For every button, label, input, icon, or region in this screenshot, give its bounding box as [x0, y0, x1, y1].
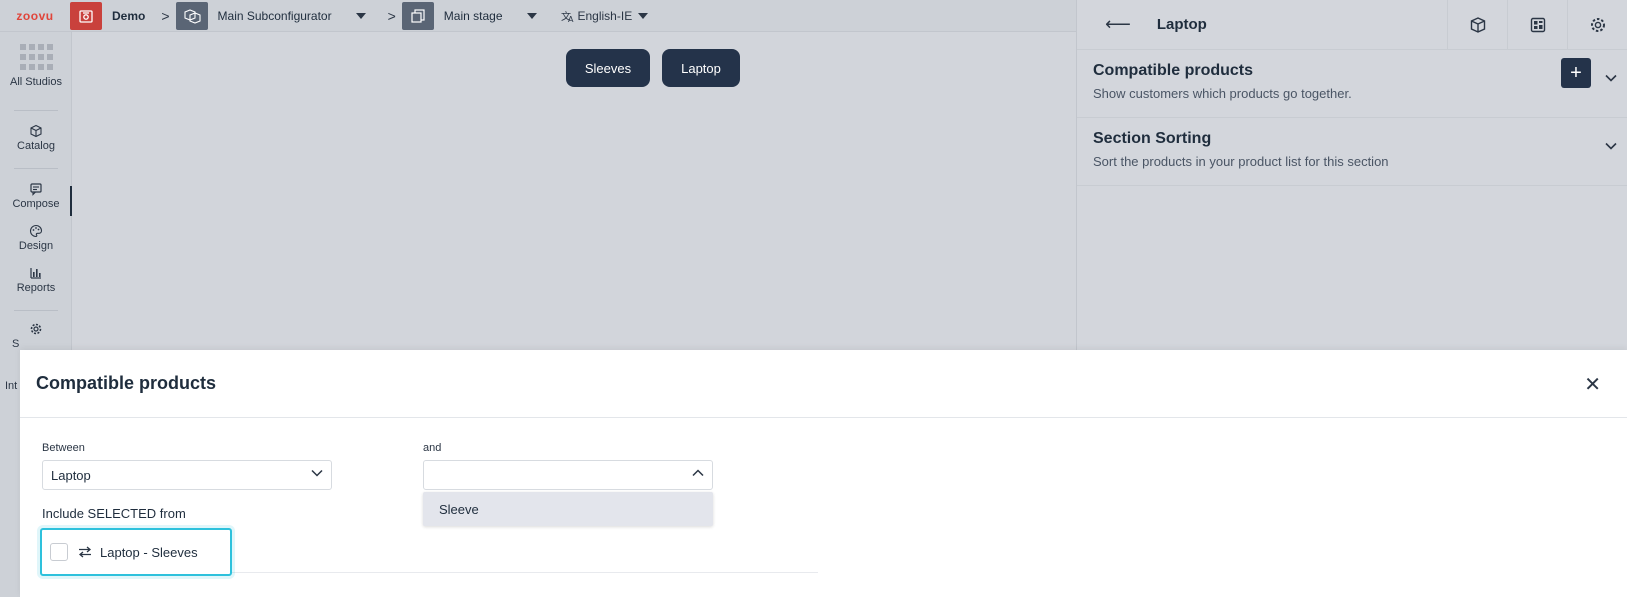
cube-icon: [30, 124, 42, 138]
swap-arrows-icon: [78, 546, 92, 558]
nav-label: Compose: [12, 198, 60, 210]
panel-tabs: [1447, 0, 1627, 50]
compatibility-rule-item[interactable]: Laptop - Sleeves: [40, 528, 232, 576]
gear-icon: [30, 323, 42, 335]
breadcrumb-subconfigurator[interactable]: Main Subconfigurator: [218, 9, 332, 23]
nav-design[interactable]: Design: [0, 224, 72, 252]
tab-layout[interactable]: [1507, 0, 1567, 50]
close-icon[interactable]: ✕: [1584, 372, 1601, 397]
right-panel: ⟵ Laptop Compatible products Show custom…: [1076, 0, 1627, 352]
compatible-products-modal: Compatible products ✕ Between Laptop and…: [20, 350, 1627, 597]
chevron-down-icon[interactable]: [1605, 74, 1617, 82]
sleeves-button[interactable]: Sleeves: [566, 49, 650, 87]
chevron-right-icon: >: [161, 7, 170, 24]
top-bar: zoovu Demo > Main Subconfigurator > Main…: [0, 0, 1076, 32]
panel-header: ⟵ Laptop: [1077, 0, 1627, 50]
chevron-down-icon[interactable]: [526, 12, 537, 19]
include-selected-label: Include SELECTED from: [42, 506, 186, 521]
between-value: Laptop: [51, 467, 91, 483]
language-label: English-IE: [577, 8, 633, 23]
modal-title: Compatible products: [36, 373, 217, 393]
layout-icon: [1530, 17, 1545, 33]
breadcrumb-demo[interactable]: Demo: [112, 9, 145, 23]
grid-icon: [20, 44, 53, 70]
nav-label: Catalog: [17, 140, 55, 152]
compatible-products-section[interactable]: Compatible products Show customers which…: [1077, 50, 1627, 118]
nav-label: S: [12, 338, 20, 350]
nav-settings[interactable]: S: [0, 322, 72, 350]
zoovu-logo[interactable]: zoovu: [0, 0, 70, 32]
laptop-button[interactable]: Laptop: [662, 49, 740, 87]
nav-compose[interactable]: Compose: [0, 182, 72, 210]
tab-product[interactable]: [1447, 0, 1507, 50]
divider: [14, 310, 58, 311]
demo-icon: [70, 1, 102, 30]
between-label: Between: [42, 442, 85, 454]
and-select[interactable]: [423, 460, 713, 490]
nav-label: Int: [5, 380, 18, 392]
divider: [14, 168, 58, 169]
nav-reports[interactable]: Reports: [0, 266, 72, 294]
svg-text:A: A: [568, 15, 574, 23]
nav-all-studios[interactable]: All Studios: [0, 44, 72, 88]
modal-header: Compatible products ✕: [20, 350, 1627, 418]
language-selector[interactable]: 文A English-IE: [561, 9, 655, 23]
bar-chart-icon: [30, 268, 41, 279]
stage-icon: [401, 1, 434, 30]
palette-icon: [30, 224, 43, 238]
chevron-down-icon: [638, 12, 649, 19]
chevron-down-icon: [311, 469, 323, 477]
chevron-right-icon: >: [387, 7, 396, 24]
and-label: and: [423, 442, 442, 454]
nav-catalog[interactable]: Catalog: [0, 124, 72, 152]
gear-icon: [1590, 18, 1605, 32]
nav-label: All Studios: [10, 76, 62, 88]
section-title: Compatible products: [1093, 62, 1254, 79]
divider: [14, 110, 58, 111]
tab-settings[interactable]: [1567, 0, 1627, 50]
section-description: Show customers which products go togethe…: [1093, 86, 1352, 101]
rule-checkbox[interactable]: [50, 543, 68, 561]
back-arrow-icon[interactable]: ⟵: [1105, 14, 1131, 35]
nav-label: Reports: [16, 282, 56, 294]
compose-icon: [30, 183, 42, 196]
chevron-up-icon: [692, 469, 704, 477]
between-select[interactable]: Laptop: [42, 460, 332, 490]
plus-icon: +: [1570, 61, 1582, 84]
cubes-icon: [175, 1, 208, 30]
rule-label: Laptop - Sleeves: [100, 544, 198, 560]
add-button[interactable]: +: [1561, 58, 1591, 88]
breadcrumb-main-stage[interactable]: Main stage: [444, 9, 503, 23]
chevron-down-icon[interactable]: [1605, 142, 1617, 150]
section-title: Section Sorting: [1093, 130, 1212, 147]
translate-icon: 文A: [561, 10, 574, 23]
cube-icon: [1470, 17, 1485, 33]
dropdown-option-sleeve[interactable]: Sleeve: [423, 492, 713, 526]
panel-title: Laptop: [1156, 16, 1207, 33]
section-sorting-section[interactable]: Section Sorting Sort the products in you…: [1077, 118, 1627, 186]
canvas-area: Sleeves Laptop: [72, 32, 1076, 352]
section-description: Sort the products in your product list f…: [1093, 154, 1389, 169]
chevron-down-icon[interactable]: [355, 12, 366, 19]
nav-label: Design: [18, 240, 54, 252]
